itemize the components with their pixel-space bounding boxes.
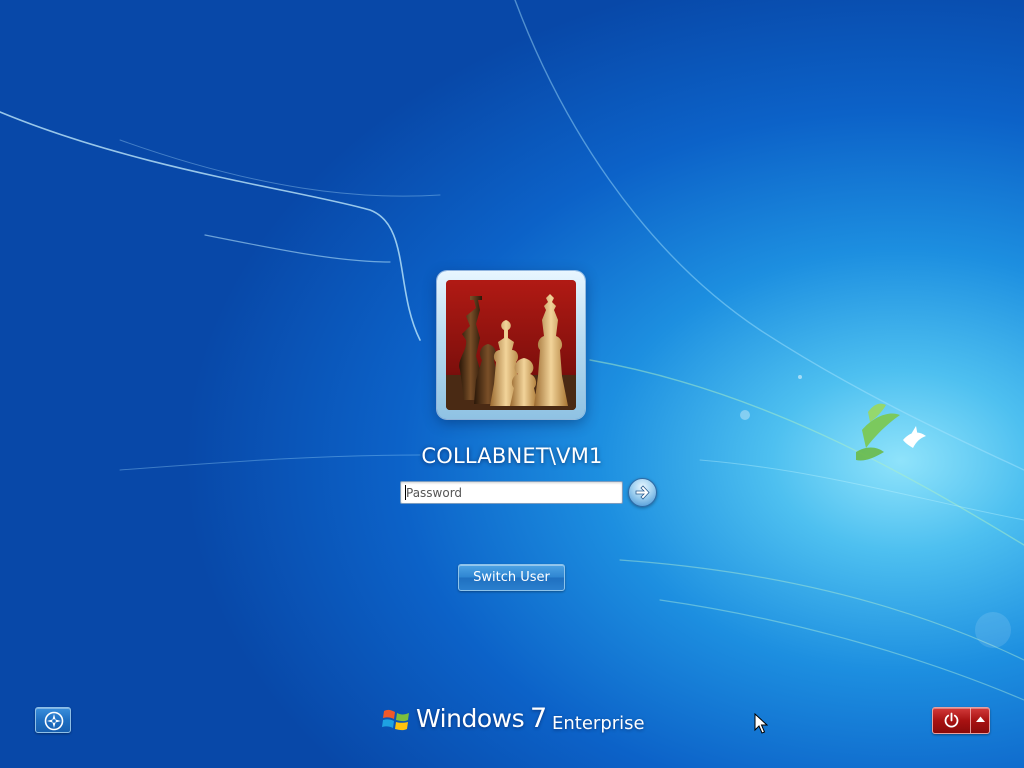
submit-password-button[interactable]: [628, 478, 657, 507]
username-label: COLLABNET\VM1: [421, 444, 603, 468]
brand-version-text: 7: [530, 703, 548, 734]
brand-edition-text: Enterprise: [552, 713, 645, 734]
password-input[interactable]: [400, 481, 623, 504]
mouse-pointer-icon: [754, 713, 768, 734]
windows-logo-icon: [382, 709, 409, 731]
triangle-up-icon: [976, 716, 985, 722]
text-caret: [405, 485, 406, 500]
shutdown-button[interactable]: [933, 708, 970, 733]
switch-user-button[interactable]: Switch User: [458, 564, 565, 591]
arrow-right-icon: [635, 485, 650, 500]
ease-of-access-button[interactable]: [35, 707, 71, 733]
power-icon: [944, 712, 959, 728]
ease-of-access-icon: [44, 711, 64, 731]
windows-branding: Windows 7 Enterprise: [382, 703, 645, 744]
brand-windows-text: Windows: [416, 704, 525, 733]
shutdown-options-button[interactable]: [971, 708, 989, 733]
user-tile[interactable]: [437, 271, 585, 419]
shutdown-control: [932, 707, 990, 734]
chess-pieces-picture: [446, 280, 576, 410]
avatar-image: [446, 280, 576, 410]
